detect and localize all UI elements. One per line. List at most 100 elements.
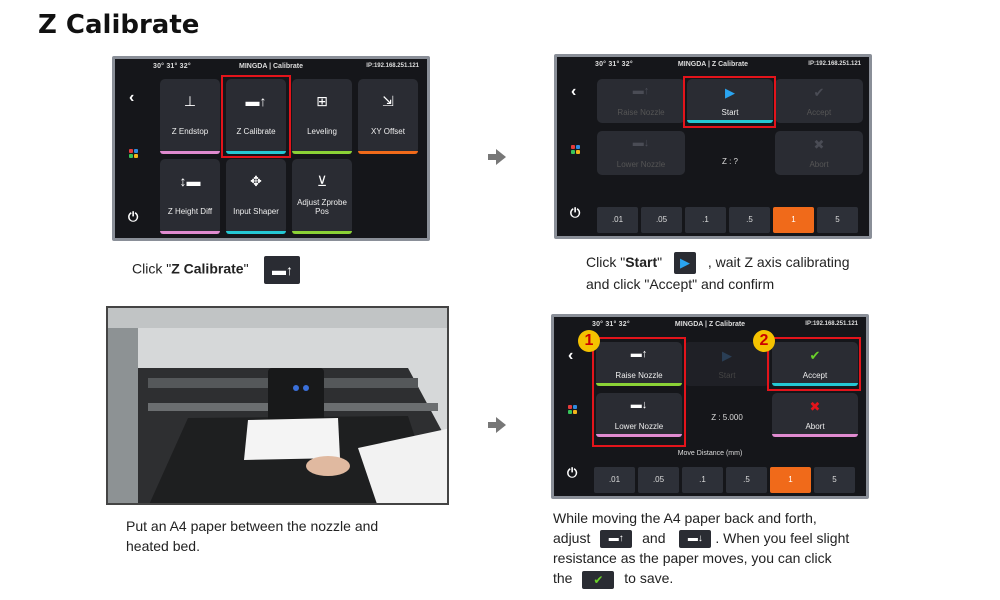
arrow-right-icon xyxy=(488,149,506,165)
tile-label: Adjust Zprobe Pos xyxy=(297,198,347,216)
back-icon[interactable]: ‹ xyxy=(568,347,573,365)
caption-text: the xyxy=(553,570,573,587)
abort-button[interactable]: ✖ Abort xyxy=(775,131,863,175)
screen-z-calibrate-adjust: 30° 31° 32° MINGDA | Z Calibrate IP:192.… xyxy=(551,314,869,499)
tile-leveling[interactable]: ⊞ Leveling xyxy=(292,79,352,154)
highlight-box-2 xyxy=(767,337,861,391)
back-icon[interactable]: ‹ xyxy=(571,83,576,101)
caption-text: Click " xyxy=(132,260,172,277)
caption-text: , wait Z axis calibrating xyxy=(707,254,850,270)
tile-label: Z Endstop xyxy=(171,127,209,136)
caption-text: While moving the A4 paper back and forth… xyxy=(553,510,817,526)
lower-nozzle-icon: ▬↓ xyxy=(679,530,712,549)
ip-address: IP:192.168.251.121 xyxy=(366,63,419,69)
tile-label: Input Shaper xyxy=(233,207,279,216)
back-icon[interactable]: ‹ xyxy=(129,89,134,107)
z-calibrate-icon: ▬↑ xyxy=(264,256,301,284)
status-bar: 30° 31° 32° MINGDA | Z Calibrate IP:192.… xyxy=(557,61,869,73)
play-icon: ▶ xyxy=(722,348,732,363)
distance-button[interactable]: .1 xyxy=(682,467,723,493)
apps-icon[interactable] xyxy=(568,405,578,415)
distance-button[interactable]: 5 xyxy=(814,467,855,493)
distance-button[interactable]: 1 xyxy=(770,467,811,493)
button-label: Start xyxy=(718,371,736,380)
grid-icon: ⊞ xyxy=(316,93,328,109)
page-title: Z Calibrate xyxy=(38,10,200,40)
distance-button[interactable]: .5 xyxy=(729,207,770,233)
highlight-box xyxy=(221,75,291,158)
xy-offset-icon: ⇲ xyxy=(382,93,394,109)
screen-calibrate-menu: 30° 31° 32° MINGDA | Calibrate IP:192.16… xyxy=(112,56,430,241)
printer-photo xyxy=(106,306,449,505)
caption-step1: Click "Z Calibrate" ▬↑ xyxy=(132,256,301,284)
caption-text: resistance as the paper moves, you can c… xyxy=(553,550,832,567)
distance-button[interactable]: .1 xyxy=(685,207,726,233)
caption-bold: Z Calibrate xyxy=(171,260,244,277)
raise-nozzle-icon: ▬↑ xyxy=(632,85,650,97)
tile-label: XY Offset xyxy=(371,127,405,136)
raise-nozzle-button[interactable]: ▬↑ Raise Nozzle xyxy=(597,79,685,123)
caption-step2: Click "Start" ▶ , wait Z axis calibratin… xyxy=(586,252,849,294)
caption-text: " xyxy=(243,260,249,277)
zprobe-icon: ⊻ xyxy=(316,173,328,189)
close-icon: ✖ xyxy=(809,399,821,414)
apps-icon[interactable] xyxy=(129,149,139,159)
screen-z-calibrate-start: 30° 31° 32° MINGDA | Z Calibrate IP:192.… xyxy=(554,54,872,239)
caption-text: . When you feel slight xyxy=(715,530,850,546)
close-icon: ✖ xyxy=(813,137,825,152)
distance-button[interactable]: .5 xyxy=(726,467,767,493)
arrow-right-icon xyxy=(488,417,506,433)
caption-text: and xyxy=(642,530,666,546)
caption-text: adjust xyxy=(553,530,591,546)
tile-input-shaper[interactable]: ✥ Input Shaper xyxy=(226,159,286,234)
button-label: Lower Nozzle xyxy=(616,160,666,169)
printer-photo-illustration xyxy=(108,308,447,503)
ip-address: IP:192.168.251.121 xyxy=(805,321,858,327)
button-label: Raise Nozzle xyxy=(617,108,665,117)
check-icon: ✔ xyxy=(582,570,615,589)
move-arrows-icon: ✥ xyxy=(250,173,262,189)
caption-text: " xyxy=(657,254,663,270)
distance-button[interactable]: .05 xyxy=(641,207,682,233)
button-label: Abort xyxy=(805,422,825,431)
caption-bold: Start xyxy=(625,254,658,270)
status-bar: 30° 31° 32° MINGDA | Calibrate IP:192.16… xyxy=(115,63,427,75)
caption-text: and click "Accept" and confirm xyxy=(586,276,775,293)
tile-xy-offset[interactable]: ⇲ XY Offset xyxy=(358,79,418,154)
button-label: Accept xyxy=(806,108,832,117)
distance-button[interactable]: .05 xyxy=(638,467,679,493)
power-icon[interactable]: ⏻ xyxy=(567,465,577,481)
z-height-diff-icon: ↕▬ xyxy=(179,173,201,189)
caption-text: Click " xyxy=(586,254,626,270)
distance-button[interactable]: 1 xyxy=(773,207,814,233)
move-distance-label: Move Distance (mm) xyxy=(677,450,743,457)
power-icon[interactable]: ⏻ xyxy=(128,209,138,225)
button-label: Abort xyxy=(809,160,829,169)
highlight-box-1 xyxy=(592,337,686,447)
distance-button[interactable]: .01 xyxy=(597,207,638,233)
highlight-box xyxy=(683,76,776,128)
caption-step4: While moving the A4 paper back and forth… xyxy=(553,508,849,589)
tile-adjust-zprobe-pos[interactable]: ⊻ Adjust Zprobe Pos xyxy=(292,159,352,234)
power-icon[interactable]: ⏻ xyxy=(570,205,580,221)
step-badge-2: 2 xyxy=(753,330,775,352)
tile-label: Leveling xyxy=(307,127,337,136)
accept-button[interactable]: ✔ Accept xyxy=(775,79,863,123)
apps-icon[interactable] xyxy=(571,145,581,155)
play-icon: ▶ xyxy=(673,252,696,275)
distance-button[interactable]: .01 xyxy=(594,467,635,493)
tile-label: Z Height Diff xyxy=(167,207,213,216)
caption-step3: Put an A4 paper between the nozzle and h… xyxy=(126,516,378,556)
caption-text: to save. xyxy=(624,570,674,587)
lower-nozzle-button[interactable]: ▬↓ Lower Nozzle xyxy=(597,131,685,175)
abort-button[interactable]: ✖ Abort xyxy=(772,393,858,437)
tile-z-height-diff[interactable]: ↕▬ Z Height Diff xyxy=(160,159,220,234)
z-value: Z : ? xyxy=(721,157,738,166)
tile-z-endstop[interactable]: ⊥ Z Endstop xyxy=(160,79,220,154)
caption-text: Put an A4 paper between the nozzle and xyxy=(126,518,379,534)
ip-address: IP:192.168.251.121 xyxy=(808,61,861,67)
distance-button[interactable]: 5 xyxy=(817,207,858,233)
status-bar: 30° 31° 32° MINGDA | Z Calibrate IP:192.… xyxy=(554,321,866,333)
check-icon: ✔ xyxy=(813,85,825,100)
lower-nozzle-icon: ▬↓ xyxy=(632,137,650,149)
